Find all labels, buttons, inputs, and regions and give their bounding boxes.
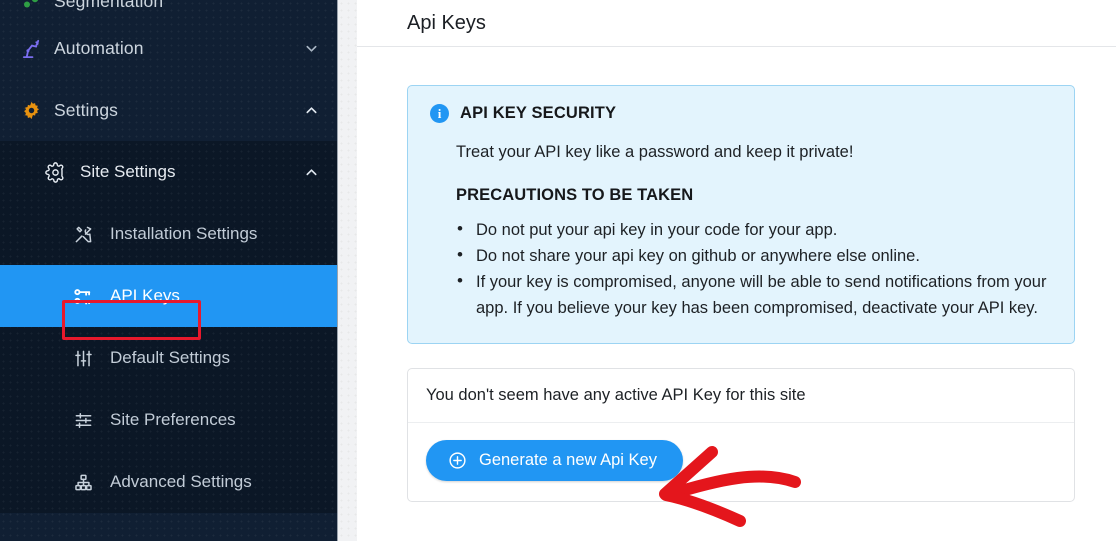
sliders-vertical-icon: [70, 349, 96, 368]
sidebar-item-advanced-settings[interactable]: Advanced Settings: [0, 451, 337, 513]
automation-robot-icon: [16, 37, 46, 60]
sidebar-item-label: Segmentation: [54, 0, 164, 11]
sidebar-item-label: Settings: [54, 99, 119, 120]
info-icon: i: [430, 104, 449, 123]
sidebar-item-site-preferences[interactable]: Site Preferences: [0, 389, 337, 451]
sidebar-item-api-keys[interactable]: API Keys: [0, 265, 337, 327]
sidebar-item-settings[interactable]: Settings: [0, 79, 337, 141]
sidebar-item-default-settings[interactable]: Default Settings: [0, 327, 337, 389]
sidebar-item-label: Installation Settings: [110, 224, 258, 243]
layout-gutter: [337, 0, 357, 541]
alert-title: API KEY SECURITY: [460, 104, 617, 122]
sidebar-item-label: Automation: [54, 37, 144, 58]
site-settings-submenu: Site Settings Installation Settings API …: [0, 141, 337, 513]
page-header: Api Keys: [357, 0, 1116, 47]
tools-icon: [70, 225, 96, 244]
sidebar-item-label: Advanced Settings: [110, 472, 252, 491]
sidebar-item-label: Site Preferences: [110, 410, 236, 429]
api-key-security-alert: i API KEY SECURITY Treat your API key li…: [407, 85, 1075, 345]
generate-api-key-button-label: Generate a new Api Key: [479, 451, 657, 470]
main-content: Api Keys i API KEY SECURITY Treat your A…: [357, 0, 1116, 541]
gear-solid-icon: [16, 100, 46, 121]
sidebar: Segmentation Automation Settings Site Se…: [0, 0, 337, 541]
no-active-key-message: You don't seem have any active API Key f…: [408, 369, 1074, 424]
chevron-down-icon[interactable]: [303, 41, 319, 56]
sidebar-item-label: API Keys: [110, 286, 180, 305]
sidebar-item-automation[interactable]: Automation: [0, 17, 337, 79]
hierarchy-icon: [70, 473, 96, 492]
alert-subtitle: PRECAUTIONS TO BE TAKEN: [456, 186, 694, 204]
list-item: Do not put your api key in your code for…: [457, 216, 1052, 243]
plus-circle-icon: [448, 451, 467, 470]
chevron-up-icon[interactable]: [303, 165, 319, 180]
precautions-list: Do not put your api key in your code for…: [430, 216, 1052, 321]
card-body: Generate a new Api Key: [408, 423, 1074, 501]
sidebar-item-label: Site Settings: [80, 162, 176, 181]
app-root: Segmentation Automation Settings Site Se…: [0, 0, 1116, 541]
sliders-horizontal-icon: [70, 411, 96, 430]
sidebar-item-site-settings[interactable]: Site Settings: [0, 141, 337, 203]
list-item: Do not share your api key on github or a…: [457, 242, 1052, 269]
sidebar-item-label: Default Settings: [110, 348, 231, 367]
list-item: If your key is compromised, anyone will …: [457, 268, 1052, 321]
segmentation-icon: [16, 0, 46, 11]
sidebar-item-installation-settings[interactable]: Installation Settings: [0, 203, 337, 265]
content-body: i API KEY SECURITY Treat your API key li…: [357, 47, 1116, 503]
gear-outline-icon: [42, 161, 68, 183]
chevron-up-icon[interactable]: [303, 103, 319, 118]
page-title: Api Keys: [407, 11, 486, 34]
alert-text: Treat your API key like a password and k…: [456, 143, 854, 161]
generate-api-key-button[interactable]: Generate a new Api Key: [426, 440, 683, 482]
sidebar-item-segmentation[interactable]: Segmentation: [0, 0, 337, 17]
api-key-card: You don't seem have any active API Key f…: [407, 368, 1075, 503]
keys-icon: [70, 286, 96, 307]
alert-header: i API KEY SECURITY: [430, 104, 1052, 123]
